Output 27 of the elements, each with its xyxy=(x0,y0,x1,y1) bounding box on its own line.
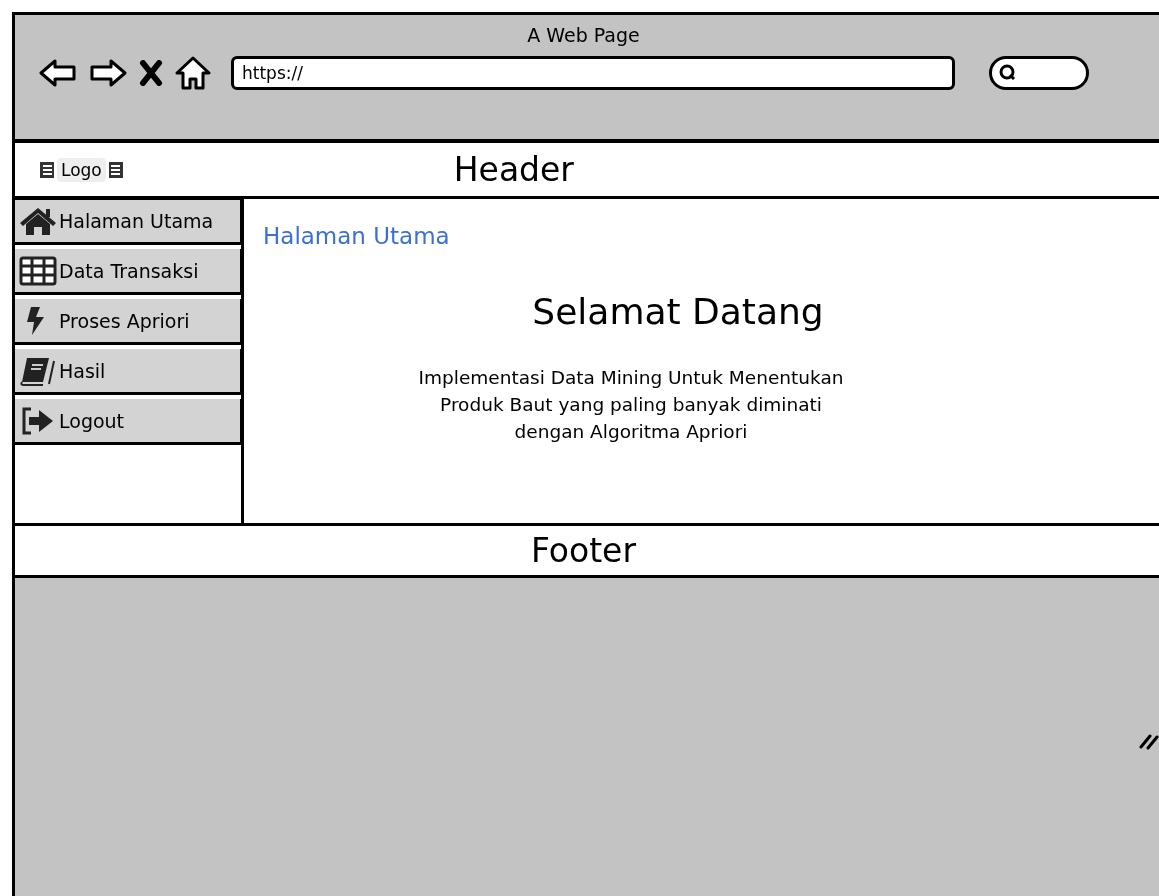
window-title: A Web Page xyxy=(527,24,640,46)
home-icon[interactable] xyxy=(175,56,211,90)
lines-icon xyxy=(107,160,124,179)
search-icon xyxy=(998,63,1018,83)
sidebar-item[interactable]: Data Transaksi xyxy=(15,249,241,295)
close-icon[interactable] xyxy=(139,60,163,86)
sidebar-item[interactable]: Hasil xyxy=(15,349,241,395)
breadcrumb-link[interactable]: Halaman Utama xyxy=(263,223,450,249)
welcome-heading: Selamat Datang xyxy=(532,291,824,332)
house-icon xyxy=(19,206,57,236)
logo-text: Logo xyxy=(57,157,106,182)
back-icon[interactable] xyxy=(39,58,77,88)
description-line: Implementasi Data Mining Untuk Menentukan xyxy=(418,366,844,390)
sidebar-item[interactable]: Proses Apriori xyxy=(15,299,241,345)
sidebar-item[interactable]: Logout xyxy=(15,399,241,445)
footer-title: Footer xyxy=(531,531,636,570)
description-line: Produk Baut yang paling banyak diminati xyxy=(440,393,822,417)
book-icon xyxy=(19,355,57,386)
description-line: dengan Algoritma Apriori xyxy=(514,420,748,444)
table-icon xyxy=(19,255,57,286)
sidebar-item[interactable]: Halaman Utama xyxy=(15,199,241,245)
lines-icon xyxy=(39,160,55,179)
search-field[interactable] xyxy=(989,56,1089,90)
header-title: Header xyxy=(453,150,574,189)
logo[interactable]: Logo xyxy=(39,157,124,182)
forward-icon[interactable] xyxy=(89,58,127,88)
address-field[interactable]: https:// xyxy=(231,56,955,90)
